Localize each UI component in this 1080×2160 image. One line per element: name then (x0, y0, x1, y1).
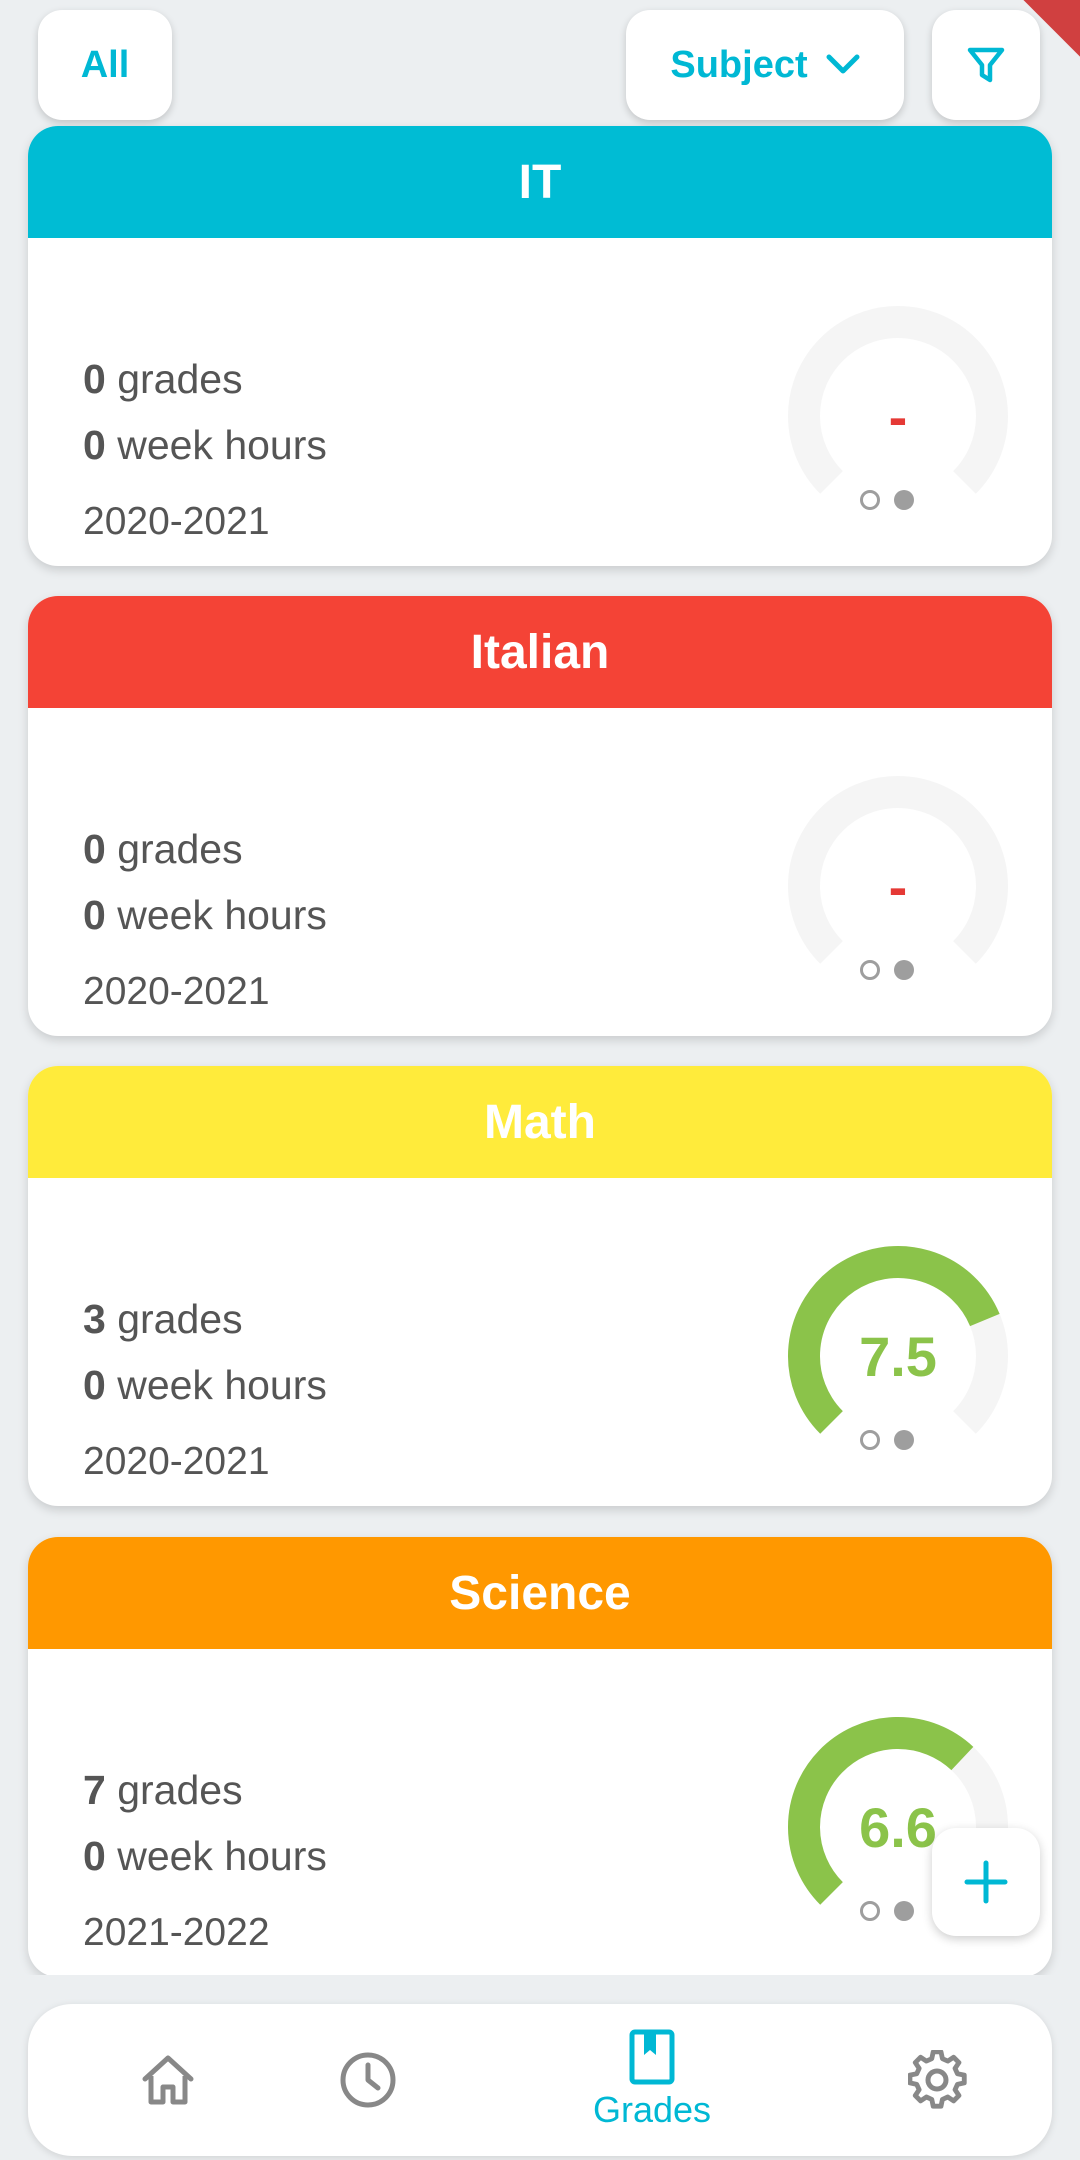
subject-card-header: IT (28, 126, 1052, 238)
bottom-navigation: Grades (28, 2004, 1052, 2156)
page-dot-active[interactable] (894, 1901, 914, 1921)
sort-subject-label: Subject (670, 43, 808, 86)
subject-name: Italian (470, 625, 610, 679)
nav-timetable[interactable] (278, 2004, 458, 2156)
nav-grades-label: Grades (592, 2089, 712, 2130)
subject-card-math[interactable]: Math 3 grades 0 week hours 2020-2021 7.5 (28, 1066, 1052, 1506)
home-icon (142, 2055, 194, 2105)
nav-home[interactable] (78, 2004, 258, 2156)
page-indicator[interactable] (860, 1901, 914, 1921)
nav-settings[interactable] (848, 2004, 1028, 2156)
school-year: 2020-2021 (83, 1440, 270, 1483)
page-indicator[interactable] (860, 490, 914, 510)
page-dot[interactable] (860, 1430, 880, 1450)
chevron-down-icon (826, 54, 860, 74)
subject-card-header: Italian (28, 596, 1052, 708)
page-dot-active[interactable] (894, 1430, 914, 1450)
subject-card-science[interactable]: Science 7 grades 0 week hours 2021-2022 … (28, 1537, 1052, 1977)
page-dot[interactable] (860, 960, 880, 980)
page-dot-active[interactable] (894, 960, 914, 980)
subject-card-it[interactable]: IT 0 grades 0 week hours 2020-2021 - (28, 126, 1052, 566)
book-icon (629, 2029, 675, 2085)
grades-count: 7 grades (83, 1767, 243, 1813)
school-year: 2020-2021 (83, 970, 270, 1013)
gear-icon (908, 2050, 967, 2109)
subject-card-header: Math (28, 1066, 1052, 1178)
subject-card-italian[interactable]: Italian 0 grades 0 week hours 2020-2021 … (28, 596, 1052, 1036)
clock-icon (340, 2052, 396, 2108)
school-year: 2021-2022 (83, 1911, 270, 1954)
week-hours: 0 week hours (83, 1362, 327, 1408)
filter-icon (967, 47, 1005, 83)
page-dot[interactable] (860, 490, 880, 510)
plus-icon (964, 1860, 1008, 1904)
page-indicator[interactable] (860, 1430, 914, 1450)
grades-count: 0 grades (83, 356, 243, 402)
grades-count: 0 grades (83, 826, 243, 872)
add-grade-button[interactable] (932, 1828, 1040, 1936)
week-hours: 0 week hours (83, 422, 327, 468)
week-hours: 0 week hours (83, 892, 327, 938)
nav-grades[interactable]: Grades (562, 2004, 742, 2156)
subject-name: Math (484, 1095, 596, 1149)
filter-all-label: All (80, 43, 130, 86)
subject-card-header: Science (28, 1537, 1052, 1649)
filter-button[interactable] (932, 10, 1040, 120)
week-hours: 0 week hours (83, 1833, 327, 1879)
grades-count: 3 grades (83, 1296, 243, 1342)
subject-name: IT (518, 155, 562, 209)
page-dot-active[interactable] (894, 490, 914, 510)
page-indicator[interactable] (860, 960, 914, 980)
page-dot[interactable] (860, 1901, 880, 1921)
school-year: 2020-2021 (83, 500, 270, 543)
filter-all-button[interactable]: All (38, 10, 172, 120)
subject-name: Science (449, 1566, 631, 1620)
sort-subject-button[interactable]: Subject (626, 10, 904, 120)
